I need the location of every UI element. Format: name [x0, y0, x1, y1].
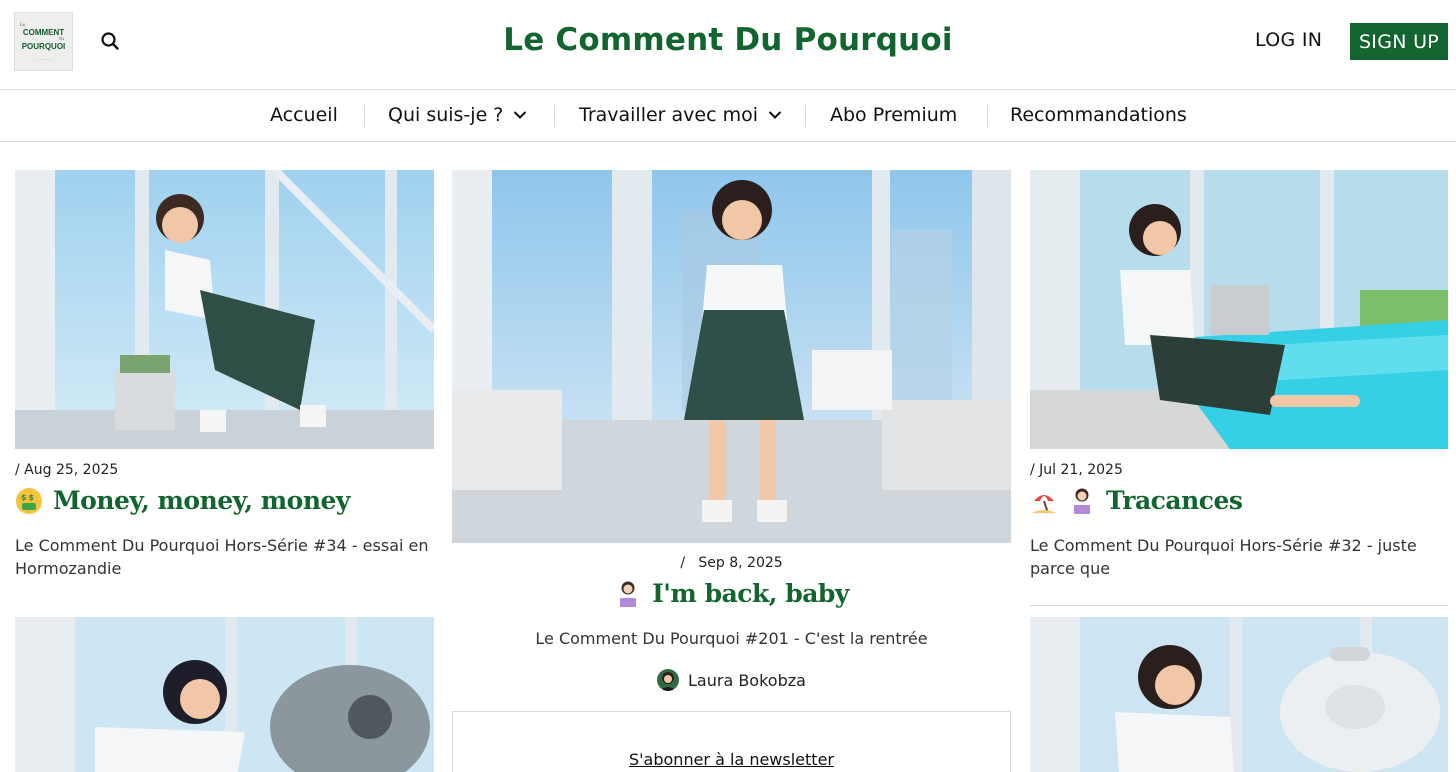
post-title-money[interactable]: $ $ Money, money, money [15, 486, 350, 515]
woman-technologist-icon [619, 581, 638, 607]
post-illustration [15, 170, 434, 449]
login-button[interactable]: LOG IN [1255, 29, 1322, 51]
post-title-back-baby[interactable]: I'm back, baby [452, 579, 1011, 608]
post-divider [1030, 605, 1448, 606]
svg-text:$ $: $ $ [21, 493, 34, 502]
post-title-text: I'm back, baby [652, 579, 849, 608]
nav-separator [805, 105, 806, 127]
site-title: Le Comment Du Pourquoi [0, 22, 1456, 58]
post-image-back-baby[interactable] [452, 170, 1011, 543]
site-header: Le COMMENT du POURQUOI — —— —— Le Commen… [0, 0, 1456, 90]
search-button[interactable] [99, 30, 121, 52]
site-logo[interactable]: Le COMMENT du POURQUOI — —— —— [14, 12, 73, 71]
money-mouth-face-icon: $ $ [16, 487, 42, 514]
author-name: Laura Bokobza [688, 670, 806, 690]
chevron-down-icon [768, 111, 782, 119]
main-nav: Accueil Qui suis-je ? Travailler avec mo… [0, 90, 1456, 142]
nav-item-recommandations[interactable]: Recommandations [1010, 104, 1187, 126]
signup-button[interactable]: SIGN UP [1350, 23, 1448, 60]
post-subtitle: Le Comment Du Pourquoi Hors-Série #32 - … [1030, 536, 1417, 578]
nav-separator [554, 105, 555, 127]
post-date: / Sep 8, 2025 [680, 555, 783, 571]
nav-item-label: Qui suis-je ? [388, 104, 504, 126]
logo-text-pourquoi: POURQUOI [21, 41, 66, 51]
newsletter-box: S'abonner à la newsletter [452, 711, 1011, 772]
post-image-tracances[interactable] [1030, 170, 1448, 449]
subscribe-newsletter-link[interactable]: S'abonner à la newsletter [453, 750, 1010, 769]
logo-text-comment: COMMENT [22, 27, 65, 37]
post-date: / Jul 21, 2025 [1030, 462, 1123, 478]
nav-item-abo-premium[interactable]: Abo Premium [830, 104, 957, 126]
logo-text-footer: — —— —— [35, 56, 52, 61]
post-image-robot-left[interactable] [15, 617, 434, 772]
nav-item-qui-suis-je[interactable]: Qui suis-je ? [388, 104, 527, 126]
beach-umbrella-icon [1032, 494, 1056, 513]
post-image-robot-right[interactable] [1030, 617, 1448, 772]
post-title-text: Money, money, money [53, 486, 350, 515]
post-illustration [1030, 170, 1448, 449]
post-illustration [452, 170, 1011, 543]
site-title-link[interactable]: Le Comment Du Pourquoi [503, 22, 952, 58]
avatar [657, 669, 679, 691]
chevron-down-icon [514, 111, 527, 119]
nav-separator [987, 105, 988, 127]
nav-item-accueil[interactable]: Accueil [270, 104, 338, 126]
post-title-tracances[interactable]: Tracances [1030, 486, 1243, 515]
woman-technologist-icon [1073, 488, 1091, 514]
nav-separator [364, 105, 365, 127]
nav-item-travailler-avec-moi[interactable]: Travailler avec moi [579, 104, 782, 126]
nav-item-label: Accueil [270, 104, 338, 126]
post-image-money[interactable] [15, 170, 434, 449]
nav-item-label: Abo Premium [830, 104, 958, 126]
post-title-text: Tracances [1106, 486, 1243, 515]
post-subtitle: Le Comment Du Pourquoi Hors-Série #34 - … [15, 536, 429, 578]
post-illustration [1030, 617, 1448, 772]
search-icon [101, 32, 119, 50]
post-illustration [15, 617, 434, 772]
nav-item-label: Recommandations [1010, 104, 1187, 126]
post-date: / Aug 25, 2025 [15, 462, 119, 478]
nav-item-label: Travailler avec moi [579, 104, 759, 126]
post-subtitle: Le Comment Du Pourquoi #201 - C'est la r… [535, 629, 928, 648]
post-author[interactable]: Laura Bokobza [657, 669, 806, 691]
